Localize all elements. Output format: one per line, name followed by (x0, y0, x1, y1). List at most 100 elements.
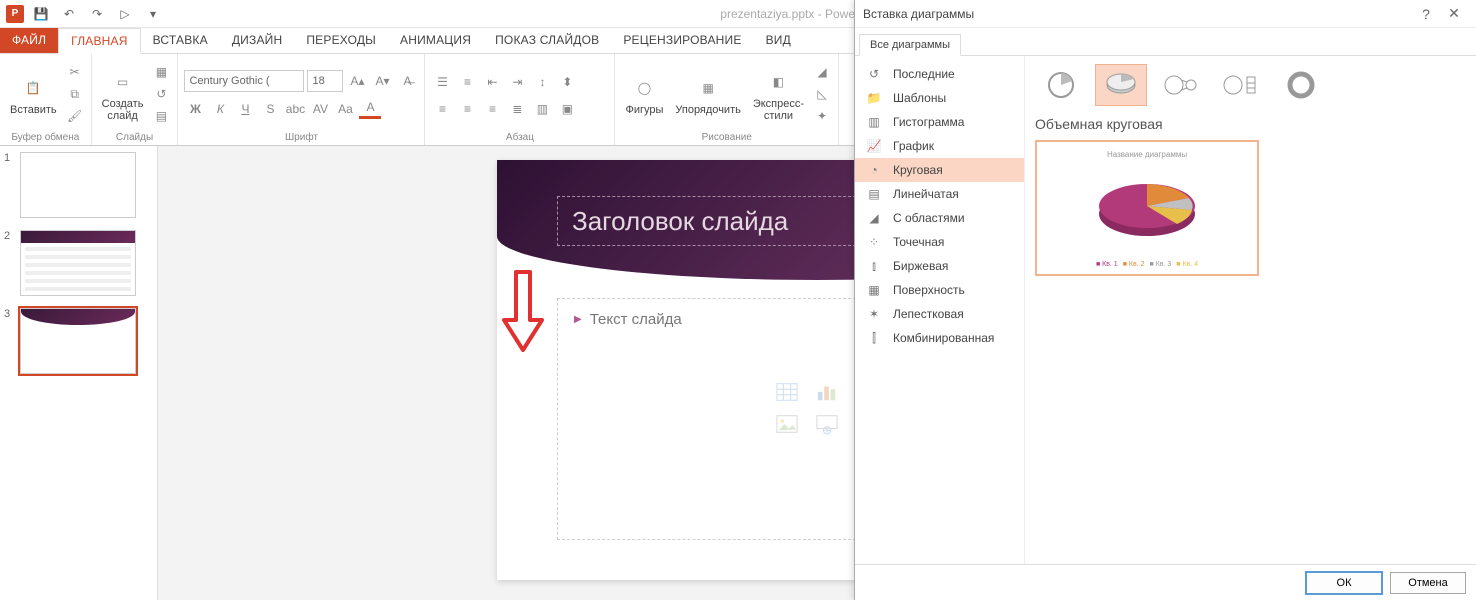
subtype-pie-3d[interactable] (1095, 64, 1147, 106)
shadow-icon[interactable]: S (259, 99, 281, 119)
spacing-icon[interactable]: AV (309, 99, 331, 119)
font-size-combo[interactable]: 18 (307, 70, 343, 92)
cat-area[interactable]: ◢С областями (855, 206, 1024, 230)
shape-fill-icon[interactable]: ◢ (812, 62, 832, 82)
strike-icon[interactable]: abc (284, 99, 306, 119)
dialog-tab-all[interactable]: Все диаграммы (859, 34, 961, 56)
cancel-button[interactable]: Отмена (1390, 572, 1466, 594)
tab-insert[interactable]: ВСТАВКА (141, 28, 220, 53)
help-icon[interactable]: ? (1412, 0, 1440, 28)
smartart-icon[interactable]: ▣ (556, 99, 578, 119)
quick-styles-button[interactable]: ◧ Экспресс- стили (749, 64, 808, 124)
shrink-font-icon[interactable]: A▾ (371, 71, 393, 91)
font-color-icon[interactable]: A (359, 99, 381, 119)
chart-preview[interactable]: Название диаграммы Кв. 1 Кв. 2 Кв. 3 Кв.… (1035, 140, 1259, 276)
subtype-pie-of-pie[interactable] (1155, 64, 1207, 106)
decrease-indent-icon[interactable]: ⇤ (481, 72, 503, 92)
cat-scatter[interactable]: ⁘Точечная (855, 230, 1024, 254)
tab-animation[interactable]: АНИМАЦИЯ (388, 28, 483, 53)
cat-column[interactable]: ▥Гистограмма (855, 110, 1024, 134)
paste-button[interactable]: 📋 Вставить (6, 70, 61, 118)
tab-design[interactable]: ДИЗАЙН (220, 28, 295, 53)
line-spacing-icon[interactable]: ↕ (531, 72, 553, 92)
justify-icon[interactable]: ≣ (506, 99, 528, 119)
group-slides: ▭ Создать слайд ▦ ↺ ▤ Слайды (92, 54, 179, 145)
tab-view[interactable]: ВИД (754, 28, 803, 53)
underline-icon[interactable]: Ч (234, 99, 256, 119)
subtype-bar-of-pie[interactable] (1215, 64, 1267, 106)
tab-slideshow[interactable]: ПОКАЗ СЛАЙДОВ (483, 28, 611, 53)
reset-icon[interactable]: ↺ (151, 84, 171, 104)
cat-radar[interactable]: ✶Лепестковая (855, 302, 1024, 326)
bold-icon[interactable]: Ж (184, 99, 206, 119)
align-center-icon[interactable]: ≡ (456, 99, 478, 119)
qat-customize-icon[interactable]: ▾ (142, 3, 164, 25)
grow-font-icon[interactable]: A▴ (346, 71, 368, 91)
save-icon[interactable]: 💾 (30, 3, 52, 25)
cat-combo[interactable]: ⫿Комбинированная (855, 326, 1024, 350)
cat-line[interactable]: 📈График (855, 134, 1024, 158)
cut-icon[interactable]: ✂ (65, 62, 85, 82)
preview-title: Название диаграммы (1107, 150, 1187, 159)
thumb-3[interactable]: 3 (0, 302, 157, 380)
shapes-icon: ◯ (628, 72, 660, 104)
cat-recent[interactable]: ↺Последние (855, 62, 1024, 86)
redo-icon[interactable]: ↷ (86, 3, 108, 25)
quick-access-toolbar: P 💾 ↶ ↷ ▷ ▾ (0, 3, 170, 25)
arrange-button[interactable]: ▦ Упорядочить (671, 70, 744, 118)
tab-transitions[interactable]: ПЕРЕХОДЫ (294, 28, 388, 53)
section-icon[interactable]: ▤ (151, 106, 171, 126)
insert-picture-icon[interactable] (772, 411, 802, 437)
close-icon[interactable]: ✕ (1440, 0, 1468, 28)
cat-label: Точечная (893, 235, 944, 249)
tab-home[interactable]: ГЛАВНАЯ (58, 28, 140, 54)
columns-icon[interactable]: ▥ (531, 99, 553, 119)
bullets-icon[interactable]: ☰ (431, 72, 453, 92)
align-right-icon[interactable]: ≡ (481, 99, 503, 119)
increase-indent-icon[interactable]: ⇥ (506, 72, 528, 92)
thumb-1[interactable]: 1 (0, 146, 157, 224)
group-drawing-label: Рисование (621, 132, 832, 145)
case-icon[interactable]: Aa (334, 99, 356, 119)
cat-label: С областями (893, 211, 965, 225)
text-direction-icon[interactable]: ⬍ (556, 72, 578, 92)
legend-item: Кв. 3 (1150, 261, 1172, 268)
group-clipboard-label: Буфер обмена (6, 132, 85, 145)
cat-stock[interactable]: ⫾Биржевая (855, 254, 1024, 278)
format-painter-icon[interactable]: 🖌 (65, 106, 85, 126)
align-left-icon[interactable]: ≡ (431, 99, 453, 119)
cat-bar[interactable]: ▤Линейчатая (855, 182, 1024, 206)
cat-templates[interactable]: 📁Шаблоны (855, 86, 1024, 110)
font-name-combo[interactable]: Century Gothic ( (184, 70, 304, 92)
slide-thumbnails[interactable]: 1 2 3 (0, 146, 158, 600)
cat-label: Лепестковая (893, 307, 964, 321)
insert-chart-icon[interactable] (812, 379, 842, 405)
group-slides-label: Слайды (98, 132, 172, 145)
cat-label: Поверхность (893, 283, 965, 297)
chart-subtype-pane: Объемная круговая Название диаграммы Кв.… (1025, 56, 1476, 564)
tab-review[interactable]: РЕЦЕНЗИРОВАНИЕ (611, 28, 753, 53)
legend-item: Кв. 4 (1176, 261, 1198, 268)
shapes-button[interactable]: ◯ Фигуры (621, 70, 667, 118)
subtype-pie-2d[interactable] (1035, 64, 1087, 106)
italic-icon[interactable]: К (209, 99, 231, 119)
tab-file[interactable]: ФАЙЛ (0, 28, 58, 53)
group-paragraph-label: Абзац (431, 132, 608, 145)
new-slide-button[interactable]: ▭ Создать слайд (98, 64, 148, 124)
copy-icon[interactable]: ⧉ (65, 84, 85, 104)
cat-pie[interactable]: ◔Круговая (855, 158, 1024, 182)
insert-online-picture-icon[interactable] (812, 411, 842, 437)
shape-outline-icon[interactable]: ◺ (812, 84, 832, 104)
subtype-doughnut[interactable] (1275, 64, 1327, 106)
shape-effects-icon[interactable]: ✦ (812, 106, 832, 126)
layout-icon[interactable]: ▦ (151, 62, 171, 82)
clear-format-icon[interactable]: A̶ (396, 71, 418, 91)
dialog-title: Вставка диаграммы (863, 7, 974, 21)
start-slideshow-icon[interactable]: ▷ (114, 3, 136, 25)
ok-button[interactable]: ОК (1306, 572, 1382, 594)
undo-icon[interactable]: ↶ (58, 3, 80, 25)
cat-surface[interactable]: ▦Поверхность (855, 278, 1024, 302)
insert-table-icon[interactable] (772, 379, 802, 405)
thumb-2[interactable]: 2 (0, 224, 157, 302)
numbering-icon[interactable]: ≡ (456, 72, 478, 92)
